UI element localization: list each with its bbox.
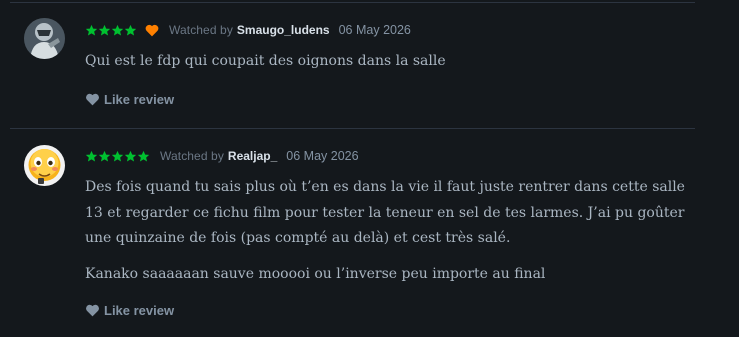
star-icon	[111, 24, 124, 36]
like-review-label: Like review	[104, 302, 175, 318]
emoji-avatar-icon	[24, 145, 65, 186]
star-rating	[85, 24, 137, 37]
review-paragraph: Kanako saaaaaan sauve mooooi ou l’invers…	[85, 265, 546, 282]
username-link[interactable]: Realjap_	[228, 149, 277, 163]
star-rating	[85, 150, 150, 163]
star-icon	[124, 24, 137, 36]
top-divider	[10, 2, 695, 3]
review-paragraph: Qui est le fdp qui coupait des oignons d…	[85, 53, 446, 69]
like-review-button[interactable]: Like review	[85, 302, 174, 318]
watched-by-label: Watched by	[160, 149, 224, 163]
watched-by-label: Watched by	[169, 23, 233, 37]
star-icon	[85, 150, 98, 162]
star-icon	[85, 24, 98, 36]
review-divider	[10, 128, 695, 129]
star-icon	[98, 150, 111, 162]
liked-heart-icon	[145, 24, 159, 36]
star-icon	[111, 150, 124, 162]
username-link[interactable]: Smaugo_ludens	[237, 23, 330, 37]
review-body: Qui est le fdp qui coupait des oignons d…	[85, 49, 700, 85]
review-meta: Watched by Realjap_ 06 May 2026	[85, 147, 359, 165]
review-date[interactable]: 06 May 2026	[286, 149, 358, 163]
star-icon	[124, 150, 137, 162]
like-review-button[interactable]: Like review	[85, 91, 174, 107]
star-icon	[137, 150, 150, 162]
review-date[interactable]: 06 May 2026	[339, 23, 411, 37]
star-icon	[98, 24, 111, 36]
like-review-label: Like review	[104, 91, 175, 107]
review-body: Des fois quand tu sais plus où t’en es d…	[85, 175, 700, 297]
user-avatar[interactable]	[24, 145, 65, 186]
user-avatar-icon	[24, 18, 65, 59]
review-paragraph: Des fois quand tu sais plus où t’en es d…	[85, 179, 685, 246]
user-avatar[interactable]	[24, 18, 65, 59]
review-meta: Watched by Smaugo_ludens 06 May 2026	[85, 21, 411, 39]
heart-icon	[86, 93, 99, 105]
heart-icon	[86, 304, 99, 316]
